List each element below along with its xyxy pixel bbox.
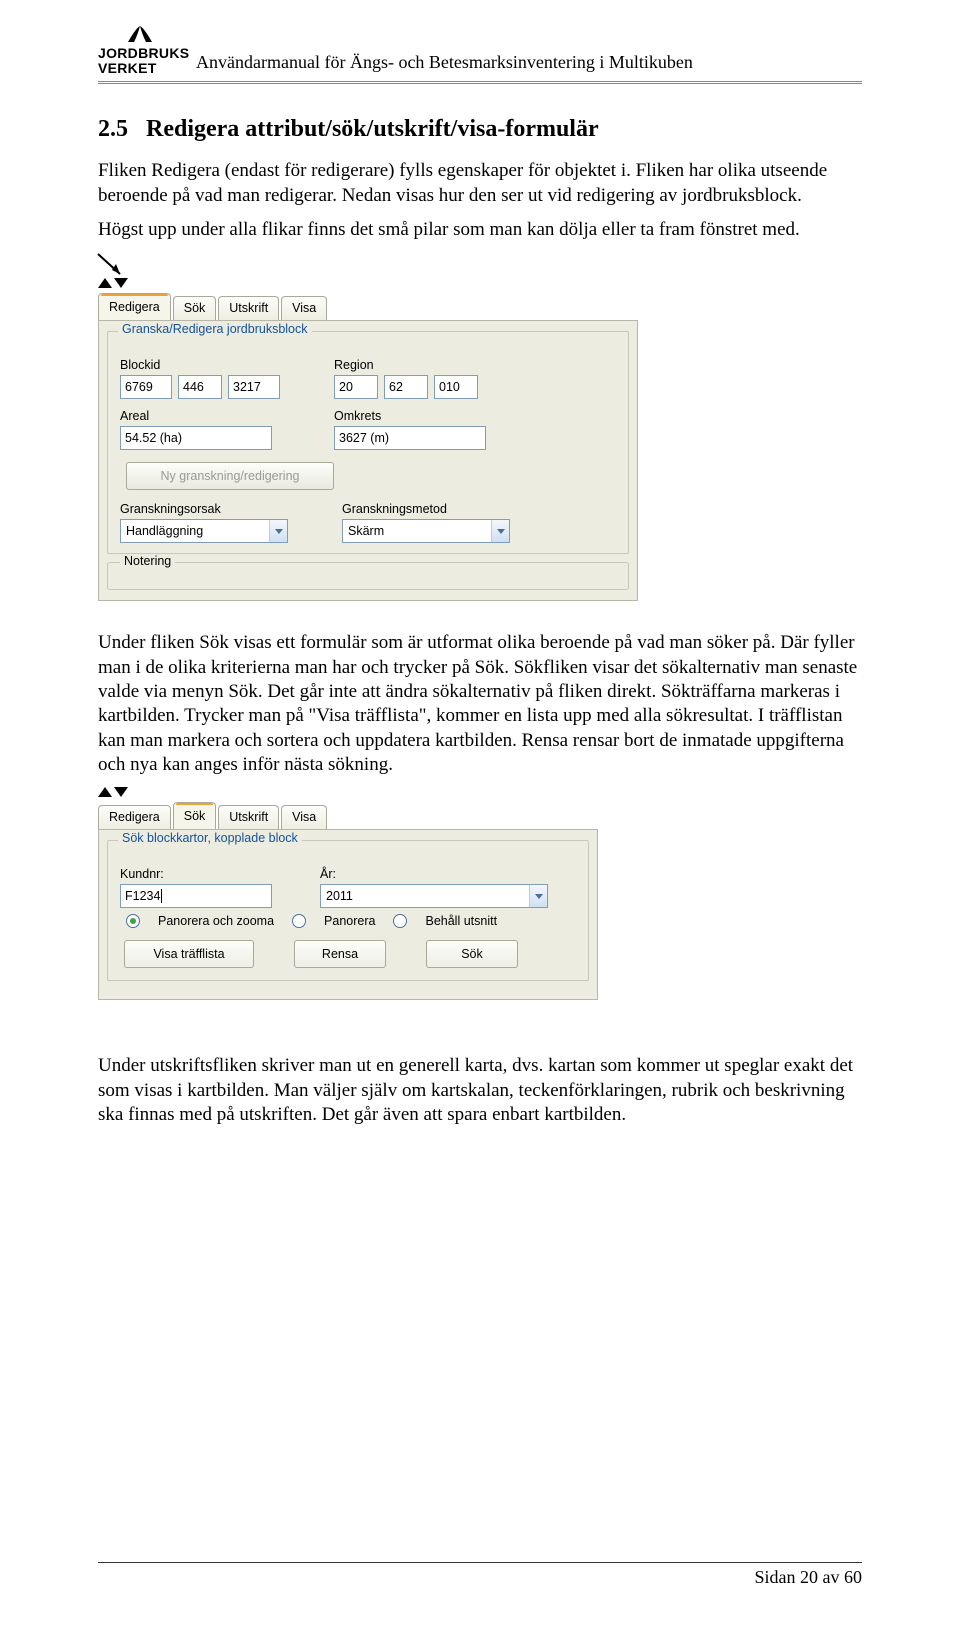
section-heading: 2.5 Redigera attribut/sök/utskrift/visa-f… [98,116,862,143]
sok-button[interactable]: Sök [426,940,518,968]
radio-label-3: Behåll utsnitt [425,914,497,928]
logo-leaf-icon [124,24,156,44]
tab-sok[interactable]: Sök [173,296,217,320]
omkrets-field[interactable]: 3627 (m) [334,426,486,450]
tab-utskrift[interactable]: Utskrift [218,296,279,320]
ar-value: 2011 [326,889,353,903]
header-title: Användarmanual för Ängs- och Betesmarksi… [196,52,693,75]
radio-panorera[interactable] [292,914,306,928]
label-ar: År: [320,867,548,881]
kundnr-value: F1234 [125,889,160,903]
groupbox-title-sok: Sök blockkartor, kopplade block [118,831,302,845]
label-blockid: Blockid [120,358,280,372]
radio-behall-utsnitt[interactable] [393,914,407,928]
page-footer: Sidan 20 av 60 [98,1562,862,1588]
granskningsorsak-value: Handläggning [126,524,203,538]
chevron-down-icon [491,520,509,542]
granskningsmetod-value: Skärm [348,524,384,538]
label-granskningsmetod: Granskningsmetod [342,502,510,516]
tab-visa[interactable]: Visa [281,296,327,320]
pin-expand-icon[interactable] [114,278,128,288]
tab-visa[interactable]: Visa [281,805,327,829]
screenshot-sok-panel: Redigera Sök Utskrift Visa Sök blockkart… [98,787,658,1000]
tab-utskrift[interactable]: Utskrift [218,805,279,829]
callout-arrow-icon [94,252,154,278]
tab-redigera[interactable]: Redigera [98,293,171,321]
blockid-field-3[interactable]: 3217 [228,375,280,399]
chevron-down-icon [269,520,287,542]
section-number: 2.5 [98,116,128,142]
radio-label-1: Panorera och zooma [158,914,274,928]
text-caret-icon [161,889,162,903]
chevron-down-icon [529,885,547,907]
paragraph-2: Högst upp under alla flikar finns det sm… [98,218,862,242]
screenshot-redigera-panel: Redigera Sök Utskrift Visa Granska/Redig… [98,278,658,601]
region-field-3[interactable]: 010 [434,375,478,399]
notering-group: Notering [107,562,629,590]
tab-redigera[interactable]: Redigera [98,805,171,829]
logo-text-2: VERKET [98,61,182,76]
radio-panorera-zooma[interactable] [126,914,140,928]
new-review-button[interactable]: Ny granskning/redigering [126,462,334,490]
label-kundnr: Kundnr: [120,867,272,881]
logo-text-1: JORDBRUKS [98,46,182,61]
blockid-field-2[interactable]: 446 [178,375,222,399]
visa-trafflista-button[interactable]: Visa träfflista [124,940,254,968]
section-title: Redigera attribut/sök/utskrift/visa-form… [146,116,599,142]
region-field-2[interactable]: 62 [384,375,428,399]
pin-expand-icon[interactable] [114,787,128,797]
granskningsorsak-combo[interactable]: Handläggning [120,519,288,543]
label-granskningsorsak: Granskningsorsak [120,502,288,516]
granskningsmetod-combo[interactable]: Skärm [342,519,510,543]
groupbox-title: Granska/Redigera jordbruksblock [118,322,312,336]
region-field-1[interactable]: 20 [334,375,378,399]
label-omkrets: Omkrets [334,409,486,423]
page-header: JORDBRUKS VERKET Användarmanual för Ängs… [98,24,862,84]
paragraph-3: Under fliken Sök visas ett formulär som … [98,631,862,777]
rensa-button[interactable]: Rensa [294,940,386,968]
kundnr-field[interactable]: F1234 [120,884,272,908]
paragraph-1: Fliken Redigera (endast för redigerare) … [98,159,862,208]
radio-label-2: Panorera [324,914,375,928]
paragraph-4: Under utskriftsfliken skriver man ut en … [98,1054,862,1127]
blockid-field-1[interactable]: 6769 [120,375,172,399]
label-areal: Areal [120,409,280,423]
ar-combo[interactable]: 2011 [320,884,548,908]
areal-field[interactable]: 54.52 (ha) [120,426,272,450]
tab-sok[interactable]: Sök [173,802,217,830]
label-region: Region [334,358,486,372]
pin-collapse-icon[interactable] [98,787,112,797]
label-notering: Notering [120,554,175,568]
pin-collapse-icon[interactable] [98,278,112,288]
logo: JORDBRUKS VERKET [98,24,182,75]
